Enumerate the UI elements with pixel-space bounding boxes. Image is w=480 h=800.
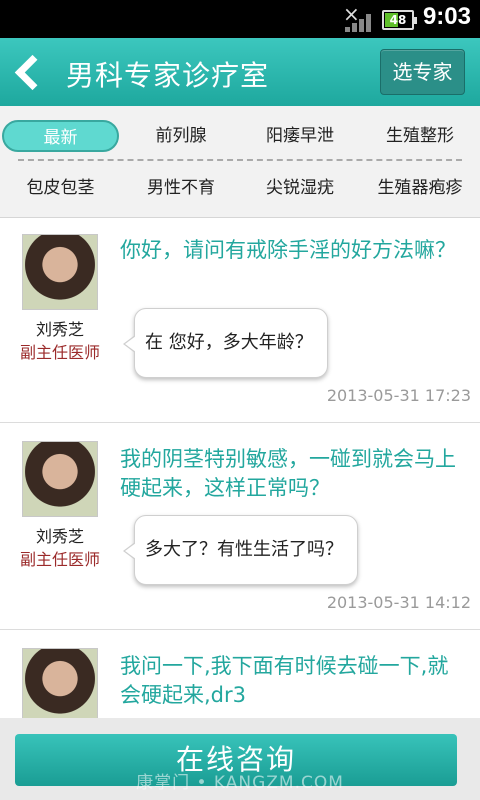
doctor-avatar: [22, 441, 98, 517]
page-title: 男科专家诊疗室: [66, 59, 270, 92]
question-text: 你好，请问有戒除手淫的好方法嘛？: [120, 238, 456, 262]
tab-infertility[interactable]: 男性不育: [122, 172, 240, 204]
answer-bubble: 多大了？有性生活了吗？: [123, 515, 358, 585]
tab-condyloma[interactable]: 尖锐湿疣: [240, 172, 360, 204]
tab-phimosis[interactable]: 包皮包茎: [2, 172, 119, 204]
question-text: 我的阴茎特别敏感，一碰到就会马上硬起来，这样正常吗？: [120, 447, 456, 500]
tab-genital-plastic[interactable]: 生殖整形: [362, 120, 478, 152]
tab-impotence[interactable]: 阳痿早泄: [240, 120, 360, 152]
clock: 9:03: [422, 3, 471, 30]
status-bar: × 48 9:03: [0, 0, 480, 38]
signal-icon: [345, 12, 375, 32]
list-item[interactable]: 刘秀芝 副主任医师 我的阴茎特别敏感，一碰到就会马上硬起来，这样正常吗？ 多大了…: [0, 425, 480, 630]
battery-icon: 48: [382, 10, 417, 30]
battery-level: 48: [389, 13, 407, 27]
list-item[interactable]: 刘秀芝 副主任医师 你好，请问有戒除手淫的好方法嘛？ 在 您好，多大年龄？ 20…: [0, 218, 480, 423]
timestamp: 2013-05-31 17:23: [326, 386, 471, 405]
consultation-list: 刘秀芝 副主任医师 你好，请问有戒除手淫的好方法嘛？ 在 您好，多大年龄？ 20…: [0, 218, 480, 718]
doctor-name: 刘秀芝: [35, 320, 84, 339]
answer-bubble: 在 您好，多大年龄？: [123, 308, 328, 378]
app-header: 男科专家诊疗室 选专家: [0, 38, 480, 106]
list-item[interactable]: 我问一下,我下面有时候去碰一下,就会硬起来,dr3: [0, 632, 480, 718]
tab-divider: [18, 159, 462, 161]
back-chevron-icon[interactable]: [8, 52, 48, 92]
tab-prostate[interactable]: 前列腺: [122, 120, 240, 152]
tab-genital-herpes[interactable]: 生殖器疱疹: [362, 172, 478, 204]
tab-latest[interactable]: 最新: [2, 120, 119, 152]
doctor-title: 副主任医师: [19, 550, 100, 569]
footer: 在线咨询 康掌门 • KANGZM.COM: [0, 718, 480, 800]
doctor-name: 刘秀芝: [35, 527, 84, 546]
doctor-avatar: [22, 648, 98, 718]
select-expert-button[interactable]: 选专家: [380, 49, 465, 95]
category-tabs: 最新 前列腺 阳痿早泄 生殖整形 包皮包茎 男性不育 尖锐湿疣 生殖器疱疹: [0, 106, 480, 218]
timestamp: 2013-05-31 14:12: [326, 593, 471, 612]
watermark: 康掌门 • KANGZM.COM: [136, 773, 344, 793]
doctor-title: 副主任医师: [19, 343, 100, 362]
doctor-avatar: [22, 234, 98, 310]
question-text: 我问一下,我下面有时候去碰一下,就会硬起来,dr3: [120, 654, 449, 707]
